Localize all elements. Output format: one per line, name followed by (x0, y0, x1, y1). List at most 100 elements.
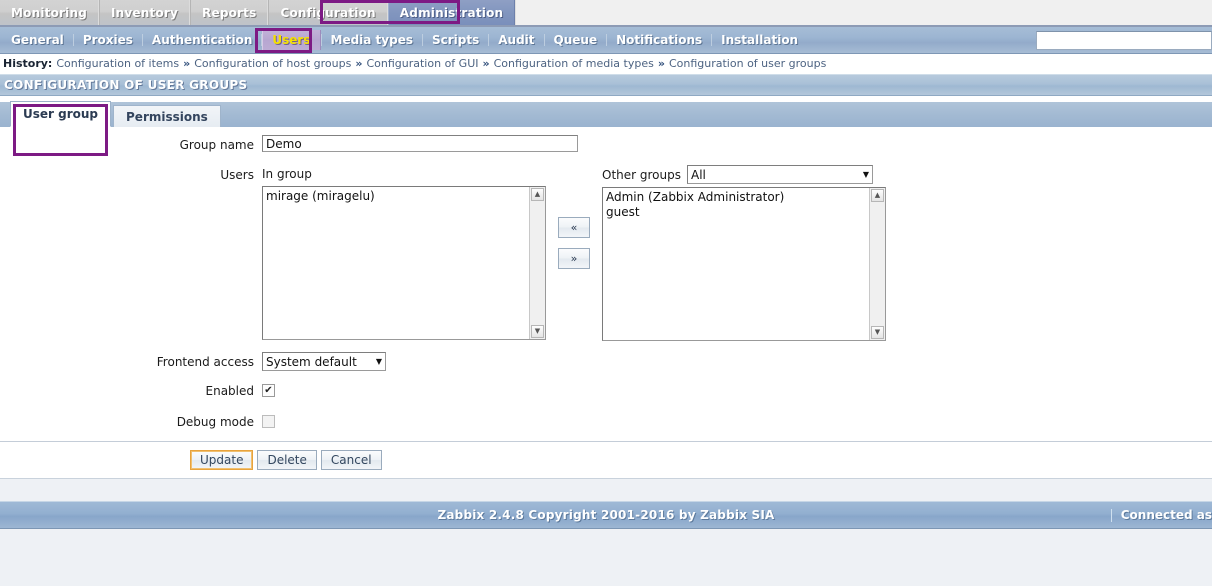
move-right-button[interactable]: » (558, 248, 590, 269)
menu-item-label: Reports (202, 5, 257, 20)
submenu-item-label: Users (272, 33, 311, 47)
submenu-divider (606, 34, 608, 46)
submenu-divider (488, 34, 490, 46)
users-label: Users (220, 168, 254, 182)
form-actions: Update Delete Cancel (0, 442, 1212, 478)
form-row-enabled: Enabled ✔ (0, 381, 1212, 401)
other-groups-label: Other groups (602, 167, 681, 182)
breadcrumb-item-3[interactable]: Configuration of media types (494, 57, 654, 70)
breadcrumb-separator: » (355, 57, 363, 70)
other-groups-listbox[interactable]: Admin (Zabbix Administrator) guest ▲ ▼ (602, 187, 886, 341)
menu-item-inventory[interactable]: Inventory (99, 0, 191, 25)
menu-item-label: Monitoring (11, 5, 87, 20)
sub-menu-bar: General Proxies Authentication Users Med… (0, 27, 1212, 54)
scroll-down-icon[interactable]: ▼ (871, 326, 884, 339)
frontend-access-select-value: System default (266, 354, 357, 369)
other-groups-select[interactable]: All ▼ (687, 165, 873, 184)
submenu-item-scripts[interactable]: Scripts (423, 30, 488, 50)
scroll-up-icon[interactable]: ▲ (871, 189, 884, 202)
search-input[interactable] (1036, 30, 1212, 50)
breadcrumb-item-1[interactable]: Configuration of host groups (194, 57, 351, 70)
page-footer: Zabbix 2.4.8 Copyright 2001-2016 by Zabb… (0, 501, 1212, 529)
tab-label: User group (23, 107, 99, 121)
update-button[interactable]: Update (190, 450, 254, 470)
submenu-item-label: Authentication (151, 33, 253, 47)
list-item[interactable]: Admin (Zabbix Administrator) (606, 190, 866, 205)
submenu-item-label: Queue (553, 33, 598, 47)
frontend-access-label: Frontend access (156, 355, 254, 369)
list-item[interactable]: guest (606, 205, 866, 220)
submenu-divider (422, 34, 423, 46)
tab-user-group[interactable]: User group (10, 101, 112, 127)
debug-mode-checkbox[interactable] (262, 415, 275, 428)
submenu-item-users[interactable]: Users (262, 30, 321, 50)
submenu-item-label: General (11, 33, 64, 47)
search-area (1036, 30, 1212, 50)
scroll-down-icon[interactable]: ▼ (531, 325, 544, 338)
footer-copyright: Zabbix 2.4.8 Copyright 2001-2016 by Zabb… (437, 508, 775, 522)
form-row-users: Users In group mirage (miragelu) ▲ ▼ « »… (0, 165, 1212, 341)
breadcrumb: History: Configuration of items » Config… (0, 54, 1212, 74)
submenu-item-label: Media types (330, 33, 414, 47)
enabled-checkbox[interactable]: ✔ (262, 384, 275, 397)
submenu-item-authentication[interactable]: Authentication (143, 30, 262, 50)
tab-label: Permissions (126, 109, 208, 124)
group-name-input[interactable] (262, 135, 578, 152)
breadcrumb-item-0[interactable]: Configuration of items (56, 57, 179, 70)
menu-bar-filler (515, 0, 1212, 25)
menu-item-administration[interactable]: Administration (387, 0, 516, 25)
menu-item-label: Inventory (111, 5, 179, 20)
submenu-divider (711, 34, 713, 46)
menu-item-monitoring[interactable]: Monitoring (0, 0, 99, 25)
delete-button[interactable]: Delete (257, 450, 317, 470)
breadcrumb-item-4[interactable]: Configuration of user groups (669, 57, 826, 70)
submenu-item-label: Proxies (82, 33, 133, 47)
submenu-item-label: Installation (721, 33, 799, 47)
cancel-button[interactable]: Cancel (320, 450, 382, 470)
transfer-buttons: « » (546, 165, 602, 269)
menu-item-reports[interactable]: Reports (190, 0, 269, 25)
form-row-debug-mode: Debug mode (0, 412, 1212, 432)
breadcrumb-label: History: (3, 57, 53, 70)
in-group-label: In group (262, 167, 312, 181)
move-left-button[interactable]: « (558, 217, 590, 238)
submenu-item-label: Scripts (432, 33, 480, 47)
scroll-up-icon[interactable]: ▲ (531, 188, 544, 201)
form-row-group-name: Group name (0, 135, 1212, 155)
menu-item-label: Administration (399, 5, 504, 20)
list-item[interactable]: mirage (miragelu) (266, 189, 526, 204)
submenu-divider (72, 34, 74, 46)
other-groups-items[interactable]: Admin (Zabbix Administrator) guest (603, 188, 869, 340)
page-title: CONFIGURATION OF USER GROUPS (0, 74, 1212, 96)
breadcrumb-item-2[interactable]: Configuration of GUI (366, 57, 478, 70)
submenu-divider (141, 34, 143, 46)
page-bottom-filler (0, 529, 1212, 562)
check-icon: ✔ (264, 384, 273, 396)
enabled-label: Enabled (205, 384, 255, 398)
submenu-item-installation[interactable]: Installation (712, 30, 807, 50)
other-groups-header: Other groups All ▼ (602, 165, 886, 184)
submenu-divider (320, 34, 322, 46)
menu-item-configuration[interactable]: Configuration (268, 0, 388, 25)
tab-strip-area: User group Permissions (0, 96, 1212, 127)
connected-as-label: Connected as (1120, 508, 1212, 522)
submenu-item-general[interactable]: General (2, 30, 73, 50)
submenu-item-proxies[interactable]: Proxies (74, 30, 142, 50)
frontend-access-select[interactable]: System default ▼ (262, 352, 386, 371)
group-name-label: Group name (179, 138, 254, 152)
submenu-item-media-types[interactable]: Media types (322, 30, 423, 50)
submenu-divider (543, 34, 545, 46)
dual-list-wrapper: In group mirage (miragelu) ▲ ▼ « » Other… (262, 165, 886, 341)
page-title-text: CONFIGURATION OF USER GROUPS (4, 78, 248, 92)
submenu-item-audit[interactable]: Audit (489, 30, 543, 50)
in-group-items[interactable]: mirage (miragelu) (263, 187, 529, 339)
submenu-item-queue[interactable]: Queue (545, 30, 607, 50)
footer-spacer (0, 478, 1212, 501)
tab-permissions[interactable]: Permissions (113, 105, 221, 127)
other-groups-scrollbar[interactable]: ▲ ▼ (869, 188, 885, 340)
in-group-scrollbar[interactable]: ▲ ▼ (529, 187, 545, 339)
submenu-item-notifications[interactable]: Notifications (607, 30, 711, 50)
form-row-frontend-access: Frontend access System default ▼ (0, 352, 1212, 372)
in-group-listbox[interactable]: mirage (miragelu) ▲ ▼ (262, 186, 546, 340)
menu-item-label: Configuration (280, 5, 376, 20)
